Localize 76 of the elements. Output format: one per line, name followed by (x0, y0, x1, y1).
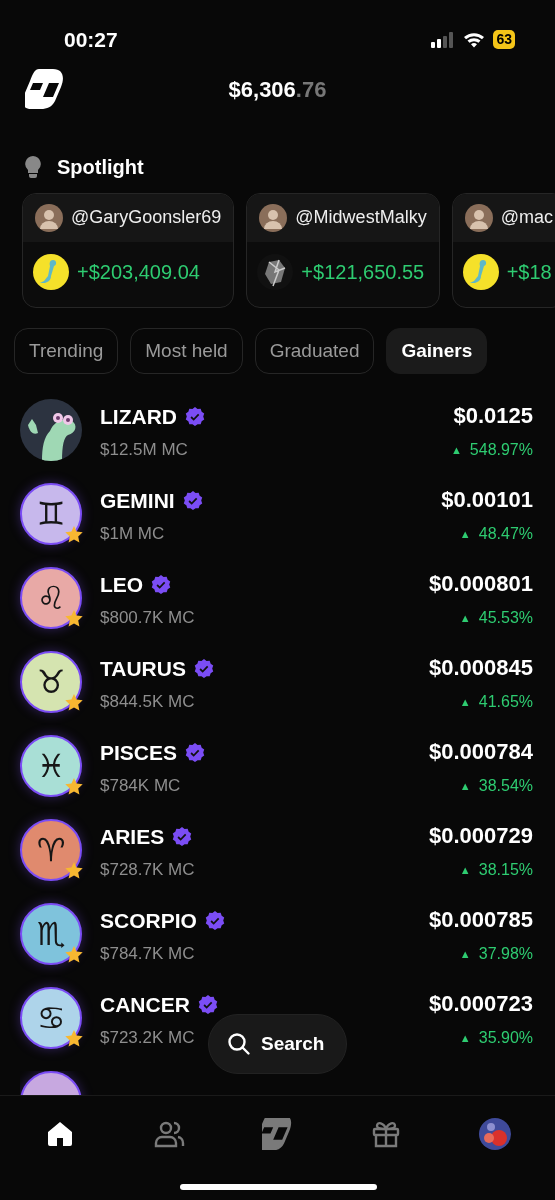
price-change: 548.97% (469, 440, 533, 461)
market-cap: $784K MC (100, 774, 181, 797)
spotlight-card[interactable]: @MidwestMalky +$121,650.55 (246, 192, 440, 309)
zodiac-symbol: ♊ (36, 498, 66, 531)
price-change: 48.47% (478, 524, 533, 545)
status-time: 00:27 (64, 26, 118, 53)
token-price: $0.00101 (441, 486, 533, 515)
price-change: 38.54% (478, 776, 533, 797)
token-icon (33, 253, 69, 290)
balance: $6,306.76 (228, 76, 327, 104)
token-name: LEO (100, 572, 144, 599)
zodiac-symbol: ♌ (36, 582, 66, 615)
price-change: 37.98% (478, 944, 533, 965)
profile-avatar (479, 1118, 511, 1150)
token-price: $0.000723 (429, 990, 533, 1019)
user-avatar (464, 203, 493, 232)
market-cap: $723.2K MC (100, 1026, 195, 1049)
battery-level: 63 (493, 30, 515, 49)
filter-tab[interactable]: Most held (130, 328, 243, 375)
token-name: TAURUS (100, 656, 186, 683)
token-price: $0.000845 (429, 654, 533, 683)
user-avatar (259, 203, 288, 232)
market-cap: $1M MC (100, 522, 165, 545)
price-change: 41.65% (478, 692, 533, 713)
filter-tab[interactable]: Gainers (386, 328, 488, 375)
up-arrow: ▲ (459, 862, 471, 878)
up-arrow: ▲ (459, 1030, 471, 1046)
gain-amount: +$18 (506, 259, 552, 285)
up-arrow: ▲ (459, 610, 471, 626)
zodiac-symbol: ♓ (36, 750, 66, 783)
token-icon (462, 253, 499, 290)
wifi-icon (463, 31, 486, 48)
market-cap: $844.5K MC (100, 690, 195, 713)
up-arrow: ▲ (459, 694, 471, 710)
user-handle: @GaryGoonsler69 (71, 206, 222, 230)
app-logo (261, 1118, 294, 1150)
zodiac-symbol: ♋ (36, 1002, 66, 1035)
token-name: GEMINI (100, 488, 175, 515)
gain-amount: +$121,650.55 (301, 259, 425, 285)
spotlight-card[interactable]: @mac +$18 (451, 192, 555, 309)
token-price: $0.000785 (429, 906, 533, 935)
price-change: 35.90% (478, 1028, 533, 1049)
market-cap: $784.7K MC (100, 942, 195, 965)
user-handle: @mac (500, 206, 553, 230)
market-cap: $800.7K MC (100, 606, 195, 629)
gain-amount: +$203,409.04 (77, 259, 200, 285)
search-button[interactable]: Search (208, 1014, 348, 1074)
token-price: $0.0125 (453, 402, 533, 431)
user-handle: @MidwestMalky (295, 206, 427, 230)
signal-icon (431, 31, 456, 48)
user-avatar (35, 203, 63, 232)
section-title: Spotlight (57, 155, 144, 181)
zodiac-symbol: ♈ (36, 834, 66, 867)
filter-tab[interactable]: Trending (14, 328, 119, 375)
zodiac-symbol: ♉ (36, 666, 66, 699)
search-icon (227, 1032, 251, 1056)
lightbulb-icon (25, 156, 41, 179)
filter-tab[interactable]: Graduated (254, 328, 375, 375)
price-change: 38.15% (478, 860, 533, 881)
token-name: LIZARD (100, 404, 177, 431)
up-arrow: ▲ (450, 442, 462, 458)
up-arrow: ▲ (459, 778, 471, 794)
zodiac-symbol: ♏ (36, 918, 66, 951)
token-name: CANCER (100, 992, 190, 1019)
token-name: SCORPIO (100, 908, 197, 935)
token-price: $0.000784 (429, 738, 533, 767)
market-cap: $728.7K MC (100, 858, 195, 881)
up-arrow: ▲ (459, 946, 471, 962)
token-name: PISCES (100, 740, 178, 767)
token-price: $0.000729 (429, 822, 533, 851)
market-cap: $12.5M MC (100, 438, 188, 461)
spotlight-card[interactable]: @GaryGoonsler69 +$203,409.04 (22, 192, 235, 309)
price-change: 45.53% (478, 608, 533, 629)
token-name: ARIES (100, 824, 165, 851)
token-price: $0.000801 (429, 570, 533, 599)
up-arrow: ▲ (459, 526, 471, 542)
